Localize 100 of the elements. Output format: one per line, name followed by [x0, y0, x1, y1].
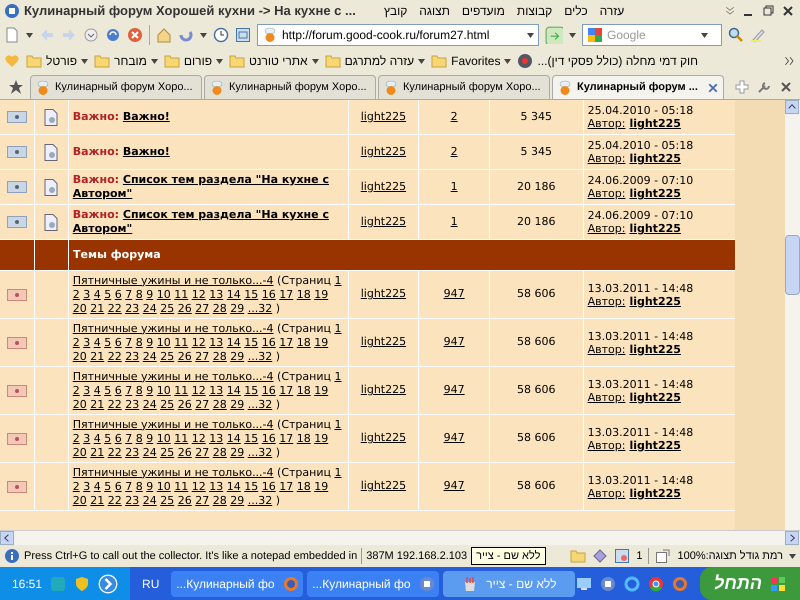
page-link[interactable]: 13	[209, 432, 224, 444]
page-link[interactable]: 9	[146, 384, 154, 396]
page-link[interactable]: 12	[192, 480, 206, 492]
page-link[interactable]: 29	[230, 350, 244, 362]
scroll-right-icon[interactable]	[785, 531, 800, 546]
page-link[interactable]: 1	[334, 274, 342, 286]
page-link[interactable]: 7	[125, 288, 132, 300]
page-link[interactable]: 24	[142, 350, 157, 362]
last-author-link[interactable]: light225	[629, 342, 681, 356]
author-label-link[interactable]: Автор:	[588, 152, 626, 165]
author-link[interactable]: light225	[360, 478, 406, 495]
diamond-icon[interactable]	[592, 548, 608, 564]
page-link[interactable]: 8	[136, 480, 143, 492]
replies-link[interactable]: 1	[450, 214, 458, 230]
browser-logo-icon[interactable]	[600, 576, 616, 592]
page-link[interactable]: 21	[90, 398, 104, 410]
page-link[interactable]: 21	[90, 446, 104, 458]
page-link[interactable]: 24	[142, 446, 157, 458]
caret-icon[interactable]	[216, 58, 224, 64]
page-link[interactable]: 6	[114, 336, 122, 348]
page-link[interactable]: 18	[296, 384, 311, 396]
page-link[interactable]: 1	[334, 466, 342, 478]
page-link[interactable]: 4	[94, 384, 101, 396]
replies-link[interactable]: 2	[450, 108, 458, 126]
page-link[interactable]: 12	[192, 432, 206, 444]
down-circle-icon[interactable]	[83, 27, 99, 43]
menu-item[interactable]: כלים	[564, 2, 588, 20]
page-link[interactable]: 18	[296, 336, 311, 348]
author-label-link[interactable]: Автор:	[588, 294, 626, 308]
topic-link[interactable]: Пятничные ужины и не только...-4	[72, 370, 274, 382]
page-link[interactable]: 25	[160, 350, 174, 362]
page-link[interactable]: 28	[212, 494, 227, 506]
page-link[interactable]: 7	[125, 336, 132, 348]
page-link[interactable]: 11	[174, 432, 188, 444]
page-link[interactable]: 5	[104, 288, 112, 300]
page-link[interactable]: 14	[226, 384, 241, 396]
sticky-topic-link[interactable]: Важно: Важно!	[72, 110, 170, 124]
page-link[interactable]: 28	[212, 302, 227, 314]
page-link[interactable]: 6	[114, 480, 122, 492]
caret-icon[interactable]	[200, 32, 207, 38]
author-link[interactable]: light225	[360, 214, 406, 230]
page-link[interactable]: 9	[146, 432, 154, 444]
language-indicator[interactable]: RU	[130, 574, 172, 592]
bookmark-folder[interactable]: עזרה למתרגם	[324, 52, 426, 70]
last-author-link[interactable]: light225	[629, 390, 681, 404]
stop-icon[interactable]	[127, 27, 143, 43]
page-link[interactable]: 16	[262, 336, 276, 348]
topic-link[interactable]: Пятничные ужины и не только...-4	[72, 322, 274, 334]
page-link[interactable]: 17	[279, 480, 294, 492]
page-link[interactable]: 10	[156, 336, 171, 348]
page-link[interactable]: 22	[108, 446, 122, 458]
page-link[interactable]: 8	[136, 384, 143, 396]
author-label-link[interactable]: Автор:	[588, 438, 626, 452]
search-icon[interactable]	[728, 27, 744, 43]
author-link[interactable]: light225	[360, 178, 406, 196]
chrome-logo-icon[interactable]	[648, 576, 664, 592]
highlighter-icon[interactable]	[750, 27, 766, 43]
caret-icon[interactable]	[418, 58, 426, 64]
page-link[interactable]: 27	[195, 302, 210, 314]
replies-link[interactable]: 1	[450, 178, 458, 196]
page-link[interactable]: 26	[178, 446, 192, 458]
page-link[interactable]: 1	[334, 370, 342, 382]
page-link[interactable]: 26	[178, 398, 192, 410]
page-link[interactable]: 27	[195, 494, 210, 506]
page-link[interactable]: 15	[244, 288, 258, 300]
page-link[interactable]: 16	[262, 432, 276, 444]
page-link[interactable]: 22	[108, 350, 122, 362]
page-link[interactable]: 2	[72, 432, 80, 444]
page-link[interactable]: 15	[244, 336, 258, 348]
last-author-link[interactable]: light225	[629, 117, 681, 130]
page-link[interactable]: 24	[142, 302, 157, 314]
page-link[interactable]: 26	[178, 350, 192, 362]
scroll-left-icon[interactable]	[0, 531, 15, 546]
page-link[interactable]: 25	[160, 302, 174, 314]
page-link[interactable]: 19	[314, 288, 328, 300]
author-link[interactable]: light225	[360, 108, 406, 126]
page-link[interactable]: 6	[114, 432, 122, 444]
page-link[interactable]: 13	[209, 384, 224, 396]
page-link[interactable]: 4	[94, 480, 101, 492]
page-link[interactable]: 10	[156, 288, 171, 300]
page-link[interactable]: 12	[192, 288, 206, 300]
page-link[interactable]: 5	[104, 432, 112, 444]
page-link[interactable]: 13	[209, 480, 224, 492]
page-link[interactable]: 25	[160, 494, 174, 506]
zoom-level[interactable]: רמת גודל תצוגה:100%	[677, 548, 783, 564]
page-link[interactable]: 1	[334, 322, 342, 334]
page-link[interactable]: 29	[230, 398, 244, 410]
topic-link[interactable]: Пятничные ужины и не только...-4	[72, 274, 274, 286]
last-author-link[interactable]: light225	[629, 187, 681, 200]
page-link[interactable]: 16	[262, 384, 276, 396]
page-link[interactable]: 17	[279, 384, 294, 396]
page-link[interactable]: 14	[226, 336, 241, 348]
author-link[interactable]: light225	[360, 430, 406, 447]
browser-tab[interactable]: Кулинарный форум Хоро...	[204, 75, 376, 99]
sticky-topic-link[interactable]: Важно: Список тем раздела "На кухне с Автором"	[72, 173, 344, 201]
page-link[interactable]: 3	[83, 336, 90, 348]
page-link[interactable]: 23	[125, 350, 140, 362]
page-link[interactable]: 19	[314, 480, 328, 492]
page-link[interactable]: 9	[146, 288, 154, 300]
page-link[interactable]: 23	[125, 494, 140, 506]
